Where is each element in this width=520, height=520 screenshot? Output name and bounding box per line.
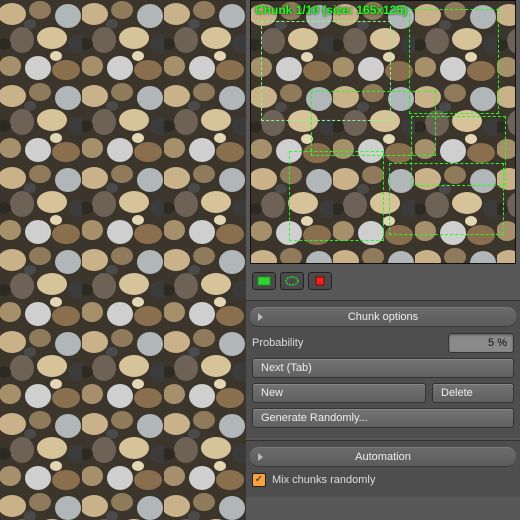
- rect-select-icon: [256, 275, 272, 287]
- chunk-preview[interactable]: Chunk 1/10 (size: 165x125): [250, 0, 516, 264]
- next-button[interactable]: Next (Tab): [252, 358, 514, 378]
- inspector-panel: Chunk 1/10 (size: 165x125) Chunk opt: [246, 0, 520, 520]
- chunk-selection[interactable]: [289, 151, 384, 241]
- lasso-select-button[interactable]: [280, 272, 304, 290]
- disclosure-triangle-icon: [258, 313, 263, 321]
- panel-title: Automation: [355, 451, 411, 463]
- probability-value: 5 %: [488, 337, 507, 349]
- stop-record-button[interactable]: [308, 272, 332, 290]
- probability-label: Probability: [252, 337, 442, 349]
- probability-input[interactable]: 5 %: [448, 333, 514, 353]
- delete-button[interactable]: Delete: [432, 383, 514, 403]
- mix-chunks-label: Mix chunks randomly: [272, 474, 375, 486]
- source-texture-view: [0, 0, 246, 520]
- pebble-texture: [0, 0, 246, 520]
- new-label: New: [261, 387, 283, 399]
- chunk-selection[interactable]: [389, 163, 504, 235]
- chunk-info-label: Chunk 1/10 (size: 165x125): [255, 3, 407, 17]
- chunk-options-panel: Chunk options Probability 5 % Next (Tab)…: [246, 300, 520, 438]
- stop-record-icon: [312, 275, 328, 287]
- automation-header[interactable]: Automation: [250, 447, 516, 467]
- panel-title: Chunk options: [348, 311, 418, 323]
- lasso-select-icon: [284, 275, 300, 287]
- automation-panel: Automation Mix chunks randomly: [246, 440, 520, 497]
- chunk-toolbar: [246, 270, 520, 298]
- new-button[interactable]: New: [252, 383, 426, 403]
- mix-chunks-checkbox[interactable]: [252, 473, 266, 487]
- disclosure-triangle-icon: [258, 453, 263, 461]
- generate-randomly-button[interactable]: Generate Randomly...: [252, 408, 514, 428]
- chunk-options-header[interactable]: Chunk options: [250, 307, 516, 327]
- next-label: Next (Tab): [261, 362, 312, 374]
- delete-label: Delete: [441, 387, 473, 399]
- generate-label: Generate Randomly...: [261, 412, 368, 424]
- rect-select-button[interactable]: [252, 272, 276, 290]
